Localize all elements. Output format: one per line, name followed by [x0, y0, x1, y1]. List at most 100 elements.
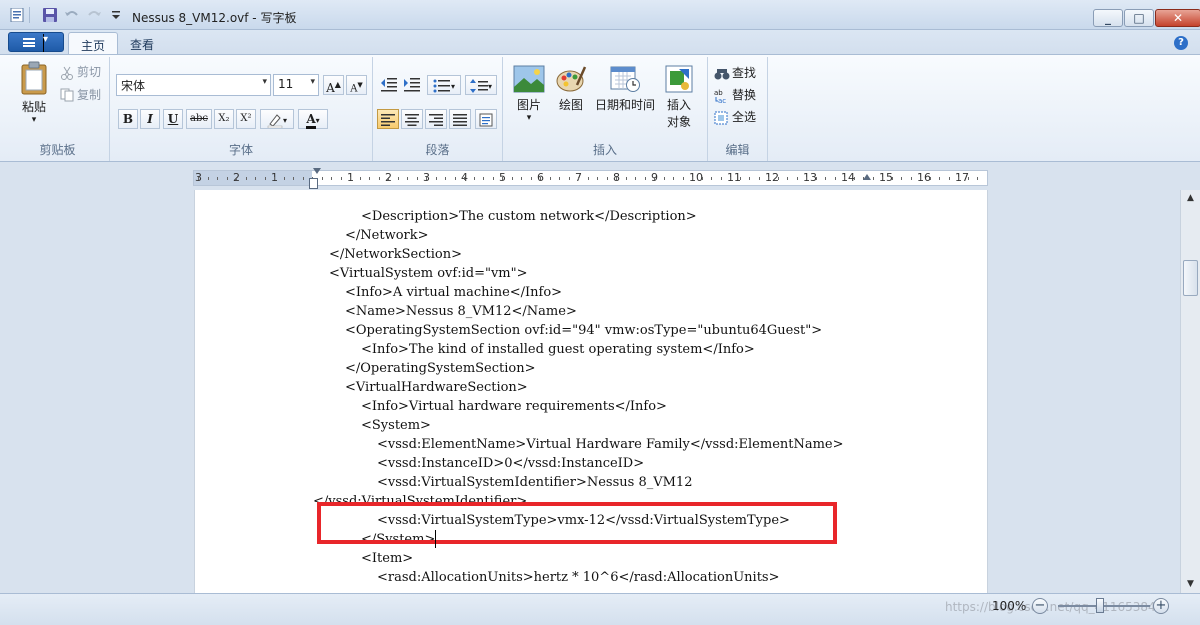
ruler-tick: [540, 177, 541, 180]
align-center-button[interactable]: [401, 109, 423, 129]
wordpad-app-icon[interactable]: [10, 8, 26, 22]
left-indent-marker[interactable]: [309, 178, 318, 189]
scroll-thumb[interactable]: [1183, 260, 1198, 296]
save-icon[interactable]: [42, 8, 58, 22]
ruler-tick: [369, 177, 370, 180]
redo-icon[interactable]: [86, 8, 102, 22]
ruler-tick: [597, 177, 598, 180]
copy-button[interactable]: 复制: [77, 86, 101, 104]
file-menu-icon: [23, 38, 35, 47]
line-spacing-button[interactable]: ▾: [465, 75, 497, 95]
right-indent-marker[interactable]: [863, 174, 871, 180]
picture-icon: [513, 65, 545, 93]
increase-indent-icon[interactable]: [402, 76, 422, 94]
close-icon: ✕: [1172, 11, 1184, 25]
ruler-tick: [521, 177, 522, 180]
doc-line: <Name>Nessus 8_VM12</Name>: [345, 304, 577, 319]
bullets-button[interactable]: ▾: [427, 75, 461, 95]
watermark: https://blog.csdn.net/qq_41165384: [945, 600, 1156, 614]
ruler-tick: [606, 177, 608, 180]
paste-button[interactable]: 粘贴 ▾: [10, 61, 58, 125]
help-icon[interactable]: ?: [1174, 36, 1188, 50]
vertical-scrollbar[interactable]: ▲ ▼: [1180, 190, 1200, 593]
ruler-tick: [739, 177, 741, 180]
ruler-tick: [331, 177, 332, 180]
decrease-indent-icon[interactable]: [379, 76, 399, 94]
ruler-tick: [825, 177, 826, 180]
undo-icon[interactable]: [64, 8, 80, 22]
ruler-tick: [844, 177, 845, 180]
justify-button[interactable]: [449, 109, 471, 129]
justify-icon: [453, 113, 467, 126]
zoom-out-button[interactable]: −: [1032, 598, 1048, 614]
minimize-button[interactable]: _: [1093, 9, 1123, 27]
grow-font-button[interactable]: A▲: [323, 75, 344, 95]
font-family-select[interactable]: 宋体 ▾: [116, 74, 271, 96]
bold-button[interactable]: B: [118, 109, 138, 129]
doc-line: <Item>: [361, 551, 414, 566]
ruler-tick: [635, 177, 636, 180]
font-group: 宋体 ▾ 11 ▾ A▲ A▼ B I U abc X₂ X² ▾ A▾ 字体: [110, 57, 373, 161]
maximize-button[interactable]: □: [1124, 9, 1154, 27]
ruler-tick: [758, 177, 760, 180]
italic-button[interactable]: I: [140, 109, 160, 129]
zoom-slider[interactable]: [1058, 605, 1150, 607]
align-right-icon: [429, 113, 443, 126]
zoom-in-button[interactable]: +: [1153, 598, 1169, 614]
bullets-icon: [433, 79, 450, 92]
editing-group: 查找 ab ac 替换 全选 编辑: [708, 57, 768, 161]
paste-dropdown-icon[interactable]: ▾: [10, 115, 58, 125]
superscript-button[interactable]: X²: [236, 109, 256, 129]
file-menu-button[interactable]: ▾: [8, 32, 64, 52]
shrink-font-button[interactable]: A▼: [346, 75, 367, 95]
paint-label: 绘图: [558, 98, 583, 112]
first-line-indent-marker[interactable]: [313, 168, 321, 174]
svg-text:ac: ac: [718, 97, 726, 104]
tab-home[interactable]: 主页: [68, 32, 119, 54]
font-color-button[interactable]: A▾: [298, 109, 328, 129]
strikethrough-button[interactable]: abc: [186, 109, 212, 129]
zoom-slider-thumb[interactable]: [1096, 598, 1104, 613]
ruler-tick: [397, 177, 399, 180]
paragraph-settings-icon: [479, 113, 493, 126]
font-size-select[interactable]: 11 ▾: [273, 74, 319, 96]
highlight-color-button[interactable]: ▾: [260, 109, 294, 129]
underline-button[interactable]: U: [163, 109, 183, 129]
picture-button[interactable]: 图片 ▾: [509, 65, 549, 123]
ruler-tick: [530, 177, 532, 180]
align-left-button[interactable]: [377, 109, 399, 129]
scroll-up-arrow[interactable]: ▲: [1181, 190, 1200, 207]
insert-object-button[interactable]: 插入 对象: [659, 65, 699, 130]
paint-drawing-button[interactable]: 绘图: [553, 65, 589, 113]
insert-group-label: 插入: [592, 143, 617, 157]
insert-object-label-1: 插入: [666, 98, 691, 112]
calendar-clock-icon: [610, 66, 640, 92]
datetime-button[interactable]: 日期和时间: [591, 65, 659, 113]
ruler-tick: [549, 177, 551, 180]
close-button[interactable]: ✕: [1155, 9, 1200, 27]
ribbon-tab-row: ▾ 主页 查看 ?: [0, 30, 1200, 54]
replace-button[interactable]: 替换: [732, 86, 756, 104]
select-all-button[interactable]: 全选: [732, 108, 756, 126]
doc-line-partially-hidden: </vssd:VirtualSystemIdentifier>: [313, 494, 528, 502]
subscript-button[interactable]: X₂: [214, 109, 234, 129]
customize-quick-access-icon[interactable]: [108, 8, 124, 22]
find-button[interactable]: 查找: [732, 64, 756, 82]
align-right-button[interactable]: [425, 109, 447, 129]
ruler-left-margin: [194, 171, 312, 185]
tab-view[interactable]: 查看: [118, 32, 166, 54]
ruler-tick: [834, 177, 836, 180]
insert-group: 图片 ▾ 绘图 日期和时间 插入 对象 插入: [503, 57, 708, 161]
status-bar: https://blog.csdn.net/qq_41165384 100% −…: [0, 593, 1200, 625]
cut-button[interactable]: 剪切: [77, 63, 101, 81]
minimize-icon: _: [1105, 11, 1111, 25]
ruler-tick: [454, 177, 456, 180]
ruler-tick: [217, 177, 218, 180]
document-page[interactable]: <Description>The custom network</Descrip…: [194, 190, 988, 593]
ruler-tick: [958, 177, 959, 180]
ruler-tick: [853, 177, 855, 180]
paragraph-settings-button[interactable]: [475, 109, 497, 129]
scroll-down-arrow[interactable]: ▼: [1181, 576, 1200, 593]
ruler-tick: [511, 177, 513, 180]
ruler-tick: [578, 177, 579, 180]
